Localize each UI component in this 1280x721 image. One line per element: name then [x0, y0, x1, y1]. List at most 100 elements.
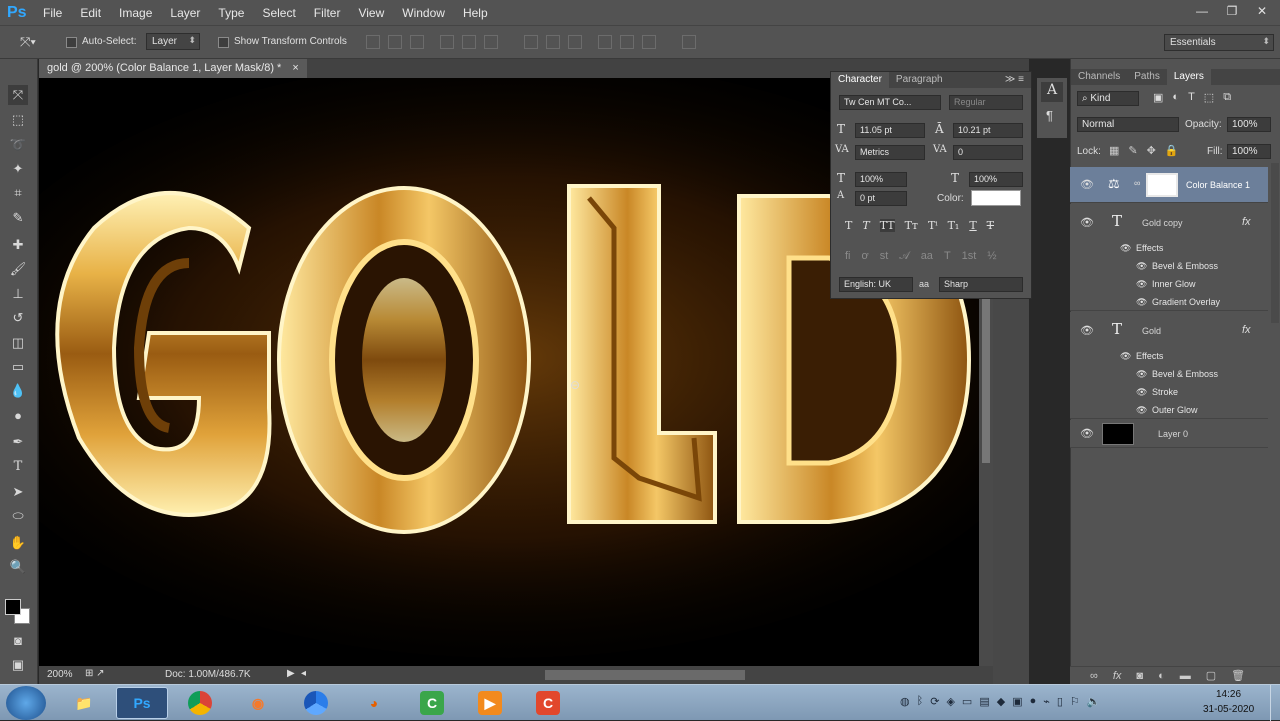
layer-mask-thumbnail[interactable] [1146, 173, 1178, 197]
effects-eye-icon[interactable]: 👁 [1120, 243, 1131, 254]
screen-mode-icon[interactable]: ▣ [8, 655, 28, 675]
layer-name[interactable]: Gold copy [1142, 218, 1183, 228]
gradient-tool-icon[interactable]: ▭ [8, 357, 28, 377]
distribute-hcenter-icon[interactable] [620, 35, 634, 49]
tab-layers[interactable]: Layers [1166, 69, 1211, 85]
layer-name[interactable]: Gold [1142, 326, 1161, 336]
tab-close-icon[interactable]: × [292, 62, 298, 74]
small-caps-icon[interactable]: Tт [905, 219, 918, 232]
zoom-tool-icon[interactable]: 🔍 [8, 557, 28, 577]
transform-controls-checkbox[interactable] [218, 36, 229, 48]
tray-app-icon[interactable]: ◈ [946, 695, 954, 708]
layer-row-layer0[interactable]: 👁 Layer 0 [1070, 420, 1268, 448]
eraser-tool-icon[interactable]: ◫ [8, 333, 28, 353]
workspace-dropdown[interactable]: Essentials [1164, 34, 1274, 51]
kerning-field[interactable]: Metrics [855, 145, 925, 160]
link-layers-icon[interactable]: ∞ [1090, 670, 1098, 682]
menu-file[interactable]: File [34, 6, 71, 20]
taskbar-firefox-icon[interactable]: ◕ [348, 687, 400, 719]
titling-icon[interactable]: aa [921, 250, 933, 263]
effects-eye-icon[interactable]: 👁 [1120, 351, 1131, 362]
tray-monitor-icon[interactable]: ▭ [962, 695, 972, 708]
blend-mode-select[interactable]: Normal [1077, 117, 1179, 132]
lasso-tool-icon[interactable]: ➰ [8, 135, 28, 155]
layer-filter-kind[interactable]: ⌕ Kind [1077, 91, 1139, 106]
tab-paths[interactable]: Paths [1127, 69, 1167, 85]
distribute-bottom-icon[interactable] [568, 35, 582, 49]
taskbar-recorder-icon[interactable]: C [522, 687, 574, 719]
tray-bluetooth-icon[interactable]: ᛒ [917, 695, 924, 708]
distribute-vcenter-icon[interactable] [546, 35, 560, 49]
marquee-tool-icon[interactable]: ⬚ [8, 110, 28, 130]
visibility-eye-icon[interactable]: 👁 [1080, 178, 1094, 191]
filter-type-icon[interactable]: T [1188, 91, 1195, 104]
filter-pixel-icon[interactable]: ▣ [1153, 91, 1163, 104]
text-color-swatch[interactable] [971, 190, 1021, 206]
ellipse-tool-icon[interactable]: ⬭ [8, 506, 28, 526]
eyedropper-icon[interactable]: ✎ [8, 208, 28, 228]
menu-layer[interactable]: Layer [161, 6, 209, 20]
effect-eye-icon[interactable]: 👁 [1136, 405, 1147, 416]
tray-volume-icon[interactable]: 🔈 [1087, 695, 1101, 708]
foreground-color-swatch[interactable] [5, 599, 21, 615]
crop-tool-icon[interactable]: ⌗ [8, 183, 28, 203]
layer-row-gold-copy[interactable]: 👁 T Gold copy fx 👁 Effects 👁 Bevel & Emb… [1070, 204, 1268, 311]
taskbar-explorer-icon[interactable]: 📁 [58, 687, 110, 719]
new-adjustment-icon[interactable]: ◐ [1158, 670, 1165, 682]
effect-bevel-emboss[interactable]: Bevel & Emboss [1152, 369, 1218, 379]
effect-inner-glow[interactable]: Inner Glow [1152, 279, 1196, 289]
visibility-eye-icon[interactable]: 👁 [1080, 324, 1094, 337]
ordinals-icon[interactable]: T [944, 250, 951, 263]
visibility-eye-icon[interactable]: 👁 [1080, 216, 1094, 229]
minimize-icon[interactable]: — [1190, 2, 1214, 20]
restore-icon[interactable]: ❐ [1220, 2, 1244, 20]
layer-name[interactable]: Layer 0 [1158, 429, 1188, 439]
layer-row-color-balance[interactable]: 👁 ⚖ ∞ Color Balance 1 [1070, 167, 1268, 203]
faux-bold-icon[interactable]: T [845, 219, 852, 232]
distribute-right-icon[interactable] [642, 35, 656, 49]
mask-link-icon[interactable]: ∞ [1134, 178, 1140, 188]
fx-icon[interactable]: fx [1242, 216, 1251, 228]
effect-eye-icon[interactable]: 👁 [1136, 261, 1147, 272]
menu-type[interactable]: Type [209, 6, 253, 20]
auto-align-icon[interactable] [682, 35, 696, 49]
effect-outer-glow[interactable]: Outer Glow [1152, 405, 1198, 415]
auto-select-checkbox[interactable] [66, 36, 77, 48]
quick-mask-icon[interactable]: ◙ [8, 631, 28, 651]
taskbar-blender-icon[interactable]: ◉ [232, 687, 284, 719]
taskbar-photoshop-icon[interactable]: Ps [116, 687, 168, 719]
move-tool-icon[interactable]: ⤧▾ [20, 34, 36, 50]
effect-eye-icon[interactable]: 👁 [1136, 369, 1147, 380]
clock-date[interactable]: 31-05-2020 [1203, 704, 1254, 715]
menu-view[interactable]: View [349, 6, 393, 20]
align-right-icon[interactable] [484, 35, 498, 49]
superscript-icon[interactable]: Tⁱ [928, 219, 938, 232]
taskbar-chrome-icon[interactable] [174, 687, 226, 719]
font-family-select[interactable]: Tw Cen MT Co... [839, 95, 941, 110]
leading-field[interactable]: 10.21 pt [953, 123, 1023, 138]
align-vcenter-icon[interactable] [388, 35, 402, 49]
tab-channels[interactable]: Channels [1071, 69, 1127, 85]
effect-eye-icon[interactable]: 👁 [1136, 297, 1147, 308]
hand-tool-icon[interactable]: ✋ [8, 533, 28, 553]
all-caps-icon[interactable]: TT [879, 219, 895, 232]
effect-bevel-emboss[interactable]: Bevel & Emboss [1152, 261, 1218, 271]
stylistic-icon[interactable]: 𝒜 [899, 250, 909, 263]
start-button[interactable] [6, 686, 46, 720]
discretionary-ligature-icon[interactable]: ơ [862, 250, 869, 263]
visibility-eye-icon[interactable]: 👁 [1080, 427, 1094, 440]
tray-record-icon[interactable]: ● [1030, 695, 1037, 708]
antialias-select[interactable]: Sharp [939, 277, 1023, 292]
character-panel-icon[interactable]: A [1041, 82, 1063, 102]
new-layer-icon[interactable]: ▢ [1206, 669, 1216, 682]
magic-wand-icon[interactable]: ✦ [8, 159, 28, 179]
dodge-tool-icon[interactable]: ● [8, 406, 28, 426]
strikethrough-icon[interactable]: T [987, 219, 994, 232]
move-tool-icon[interactable]: ⤧ [8, 85, 28, 105]
new-group-icon[interactable]: ▬ [1180, 670, 1191, 682]
lock-position-icon[interactable]: ✥ [1147, 144, 1156, 157]
lock-all-icon[interactable]: 🔒 [1165, 144, 1179, 157]
baseline-shift-field[interactable]: 0 pt [855, 191, 907, 206]
tray-network-icon[interactable]: ⚐ [1070, 695, 1080, 708]
tray-security-icon[interactable]: ◆ [997, 695, 1005, 708]
